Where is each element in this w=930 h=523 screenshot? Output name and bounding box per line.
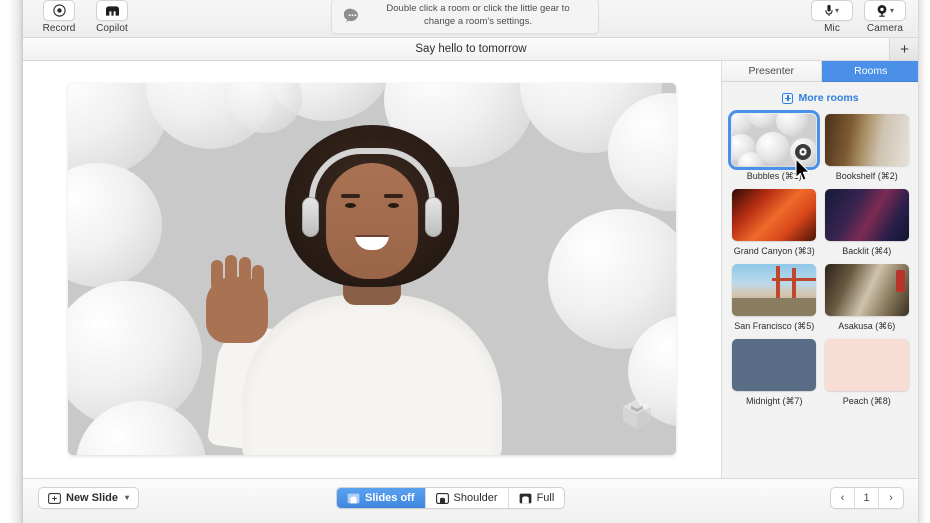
slide-pager: ‹ 1 › bbox=[830, 487, 904, 509]
add-slide-button[interactable]: + bbox=[889, 38, 918, 60]
video-preview[interactable] bbox=[68, 83, 676, 455]
participant-waving-hand bbox=[206, 277, 268, 343]
new-slide-chevron-down-icon[interactable]: ▾ bbox=[125, 494, 129, 502]
more-rooms-label: More rooms bbox=[798, 92, 858, 104]
mic-label: Mic bbox=[824, 23, 840, 34]
copilot-label: Copilot bbox=[96, 23, 128, 34]
room-thumbnail[interactable] bbox=[732, 339, 816, 391]
toolbar-left-group: Record Copilot bbox=[37, 0, 134, 34]
room-label: San Francisco (⌘5) bbox=[734, 321, 814, 332]
room-label: Peach (⌘8) bbox=[843, 396, 891, 407]
room-settings-hint: Double click a room or click the little … bbox=[331, 0, 599, 34]
mic-chevron-down-icon[interactable]: ▾ bbox=[835, 7, 839, 15]
mic-button-surface[interactable]: ▾ bbox=[811, 0, 853, 21]
layout-option-shoulder[interactable]: Shoulder bbox=[426, 488, 509, 508]
top-toolbar: Record Copilot bbox=[23, 0, 918, 38]
bottom-toolbar: New Slide ▾ Slides off Shoulder bbox=[23, 478, 918, 523]
room-art-bookshelf bbox=[825, 114, 909, 166]
window-right-edge bbox=[918, 0, 930, 523]
room-art-backlit bbox=[825, 189, 909, 241]
record-label: Record bbox=[43, 23, 76, 34]
room-thumbnail[interactable] bbox=[732, 264, 816, 316]
camera-button[interactable]: ▾ Camera bbox=[863, 0, 907, 34]
room-thumbnail[interactable] bbox=[732, 114, 816, 166]
window-left-edge bbox=[0, 0, 22, 523]
mic-button[interactable]: ▾ Mic bbox=[810, 0, 854, 34]
record-button[interactable]: Record bbox=[37, 0, 81, 34]
prev-slide-button[interactable]: ‹ bbox=[831, 488, 855, 508]
speech-bubble-icon bbox=[344, 8, 361, 25]
layout-option-full[interactable]: Full bbox=[509, 488, 565, 508]
room-label: Bookshelf (⌘2) bbox=[836, 171, 898, 182]
room-art-peach bbox=[825, 339, 909, 391]
hint-line-1: Double click a room or click the little … bbox=[386, 3, 569, 14]
tab-rooms[interactable]: Rooms bbox=[822, 61, 919, 82]
slides-off-icon bbox=[347, 493, 360, 504]
tab-presenter[interactable]: Presenter bbox=[722, 61, 822, 82]
copilot-button-surface[interactable] bbox=[96, 0, 128, 21]
room-thumbnail[interactable] bbox=[825, 339, 909, 391]
rooms-panel: Presenter Rooms More rooms bbox=[721, 61, 918, 478]
rooms-grid: Bubbles (⌘1) Bookshelf (⌘2) Grand Canyon… bbox=[722, 114, 918, 407]
new-slide-icon bbox=[48, 493, 61, 504]
microphone-icon bbox=[825, 4, 833, 17]
camera-label: Camera bbox=[867, 23, 903, 34]
room-label: Backlit (⌘4) bbox=[842, 246, 891, 257]
more-rooms-button[interactable]: More rooms bbox=[722, 82, 918, 114]
room-art-grand-canyon bbox=[732, 189, 816, 241]
room-label: Grand Canyon (⌘3) bbox=[734, 246, 815, 257]
camera-chevron-down-icon[interactable]: ▾ bbox=[890, 7, 894, 15]
copilot-icon bbox=[105, 5, 120, 17]
room-item-asakusa[interactable]: Asakusa (⌘6) bbox=[824, 264, 911, 332]
new-slide-button[interactable]: New Slide ▾ bbox=[38, 487, 139, 509]
gear-icon bbox=[798, 147, 808, 157]
camera-button-surface[interactable]: ▾ bbox=[864, 0, 906, 21]
panel-tabs: Presenter Rooms bbox=[722, 61, 918, 82]
record-button-surface[interactable] bbox=[43, 0, 75, 21]
plus-box-icon bbox=[782, 93, 793, 104]
layout-option-slides-off[interactable]: Slides off bbox=[337, 488, 426, 508]
cube-icon bbox=[620, 397, 654, 433]
room-item-grand-canyon[interactable]: Grand Canyon (⌘3) bbox=[731, 189, 818, 257]
room-art-asakusa bbox=[825, 264, 909, 316]
meeting-window: Record Copilot bbox=[22, 0, 918, 523]
layout-segmented-control: Slides off Shoulder Full bbox=[336, 487, 565, 509]
room-thumbnail[interactable] bbox=[732, 189, 816, 241]
copilot-button[interactable]: Copilot bbox=[90, 0, 134, 34]
layout-option-label: Full bbox=[537, 492, 555, 504]
slide-title[interactable]: Say hello to tomorrow bbox=[415, 43, 526, 55]
room-label: Asakusa (⌘6) bbox=[838, 321, 895, 332]
room-art-midnight bbox=[732, 339, 816, 391]
new-slide-label: New Slide bbox=[66, 492, 118, 504]
room-thumbnail[interactable] bbox=[825, 114, 909, 166]
room-art-san-francisco bbox=[732, 264, 816, 316]
room-label: Bubbles (⌘1) bbox=[747, 171, 802, 182]
layout-option-label: Slides off bbox=[365, 492, 415, 504]
participant-headphone-right bbox=[425, 197, 442, 237]
room-item-san-francisco[interactable]: San Francisco (⌘5) bbox=[731, 264, 818, 332]
full-icon bbox=[519, 493, 532, 504]
layout-option-label: Shoulder bbox=[454, 492, 498, 504]
room-item-bubbles[interactable]: Bubbles (⌘1) bbox=[731, 114, 818, 182]
room-thumbnail[interactable] bbox=[825, 264, 909, 316]
toolbar-right-group: ▾ Mic ▾ Camera bbox=[810, 0, 907, 34]
record-icon bbox=[53, 4, 66, 17]
hint-text: Double click a room or click the little … bbox=[370, 3, 586, 29]
room-item-backlit[interactable]: Backlit (⌘4) bbox=[824, 189, 911, 257]
room-label: Midnight (⌘7) bbox=[746, 396, 803, 407]
next-slide-button[interactable]: › bbox=[879, 488, 903, 508]
participant-headphone-left bbox=[302, 197, 319, 237]
room-item-bookshelf[interactable]: Bookshelf (⌘2) bbox=[824, 114, 911, 182]
shoulder-icon bbox=[436, 493, 449, 504]
stage-area bbox=[23, 61, 721, 478]
slide-title-bar: Say hello to tomorrow + bbox=[23, 38, 918, 61]
camera-icon bbox=[876, 4, 888, 17]
app-window: Record Copilot bbox=[0, 0, 930, 523]
current-page-number[interactable]: 1 bbox=[855, 488, 879, 508]
room-item-midnight[interactable]: Midnight (⌘7) bbox=[731, 339, 818, 407]
room-item-peach[interactable]: Peach (⌘8) bbox=[824, 339, 911, 407]
room-thumbnail[interactable] bbox=[825, 189, 909, 241]
hint-line-2: change a room's settings. bbox=[424, 16, 532, 27]
